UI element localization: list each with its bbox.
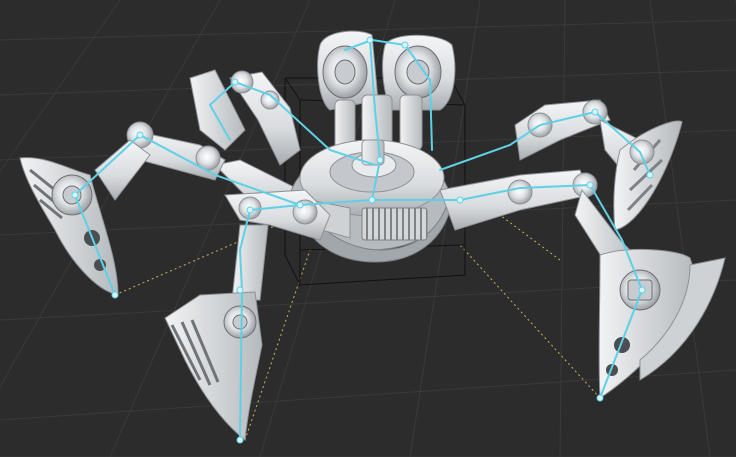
robot-head[interactable] <box>317 30 456 156</box>
3d-viewport[interactable] <box>0 0 736 457</box>
leg-back-right[interactable] <box>514 99 683 231</box>
viewport-canvas[interactable] <box>0 0 736 457</box>
leg-front-right[interactable] <box>439 169 726 399</box>
leg-back-left[interactable] <box>189 69 301 211</box>
body-vent-grille <box>361 207 428 241</box>
